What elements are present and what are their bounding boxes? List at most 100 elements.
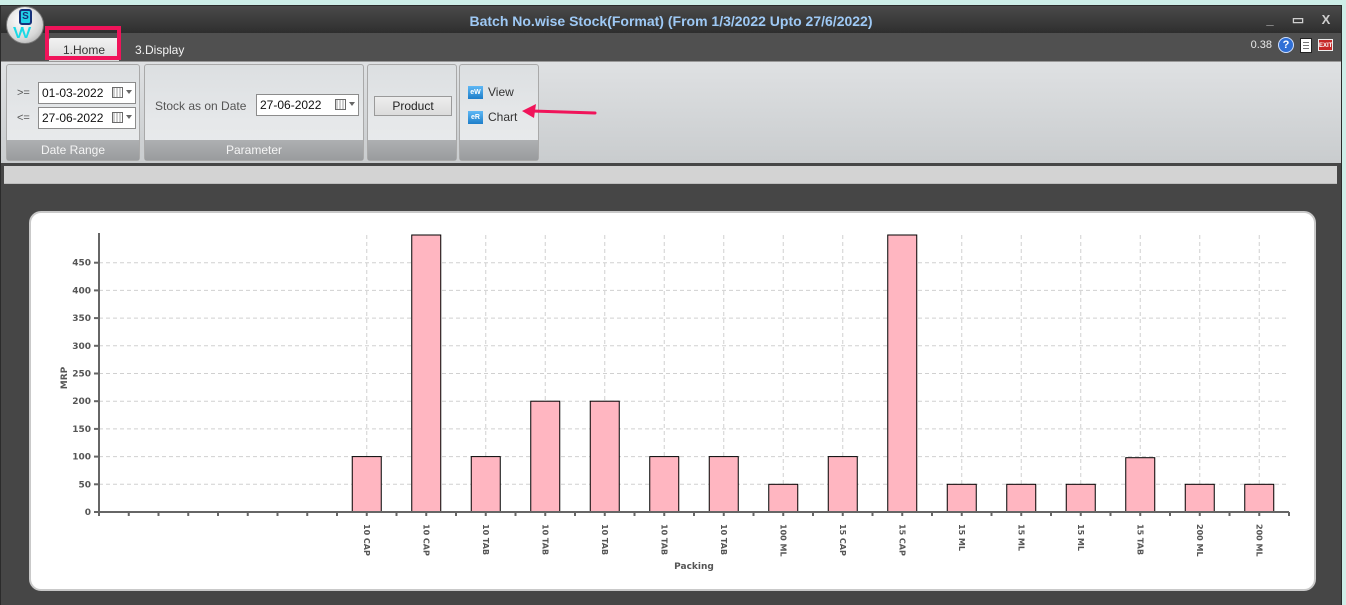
tab-bar-right: 0.38 ? EXIT xyxy=(1251,37,1333,53)
to-date-value: 27-06-2022 xyxy=(42,111,104,125)
y-tick-label: 300 xyxy=(72,342,91,352)
view-button[interactable]: eW View xyxy=(468,85,514,99)
y-tick-label: 350 xyxy=(72,314,91,324)
title-bar: Batch No.wise Stock(Format) (From 1/3/20… xyxy=(1,6,1341,33)
y-tick-label: 450 xyxy=(72,259,91,269)
header-strip xyxy=(4,166,1337,184)
parameter-label: Parameter xyxy=(145,140,363,160)
date-range-group: >= 01-03-2022 <= 27-06-2022 Date Range xyxy=(6,64,140,161)
x-tick-label: 15 TAB xyxy=(1135,524,1144,555)
window-controls: _ ▭ X xyxy=(1263,12,1333,28)
from-operator: >= xyxy=(17,87,30,99)
close-button[interactable]: X xyxy=(1319,12,1333,28)
y-tick-label: 50 xyxy=(78,480,91,490)
x-tick-label: 15 CAP xyxy=(897,524,906,556)
chart-label: Chart xyxy=(488,110,518,124)
app-window: Batch No.wise Stock(Format) (From 1/3/20… xyxy=(0,5,1342,605)
from-date-field[interactable]: 01-03-2022 xyxy=(38,82,136,104)
tab-home[interactable]: 1.Home xyxy=(49,38,119,61)
x-tick-labels: 10 CAP 10 CAP 10 TAB 10 TAB 10 TAB 10 TAB 10 T… xyxy=(362,524,1264,557)
logo-s-mark: S xyxy=(19,9,32,25)
stock-date-value: 27-06-2022 xyxy=(260,98,322,112)
x-tick-label: 15 ML xyxy=(1016,524,1025,551)
y-tick-labels: 0 50 100 150 200 250 300 350 400 450 xyxy=(72,259,91,518)
y-tick-label: 200 xyxy=(72,397,91,407)
help-icon[interactable]: ? xyxy=(1278,37,1294,53)
minimize-button[interactable]: _ xyxy=(1263,12,1277,28)
main-area: 0 50 100 150 200 250 300 350 400 450 10 CAP 10 CAP… xyxy=(1,163,1341,605)
date-range-label: Date Range xyxy=(7,140,139,160)
document-icon[interactable] xyxy=(1300,37,1312,53)
bar xyxy=(946,483,977,513)
y-axis-label: MRP xyxy=(60,366,70,389)
chevron-down-icon[interactable] xyxy=(126,115,132,119)
bar xyxy=(768,483,799,513)
bar xyxy=(649,456,680,513)
x-tick-label: 10 TAB xyxy=(600,524,609,555)
x-tick-label: 15 CAP xyxy=(838,524,847,556)
calendar-icon[interactable] xyxy=(112,112,123,123)
x-tick-label: 10 CAP xyxy=(421,524,430,556)
bar xyxy=(351,456,382,513)
bar xyxy=(887,234,918,513)
y-tick-label: 400 xyxy=(72,286,91,296)
x-tick-label: 10 TAB xyxy=(481,524,490,555)
y-tick-label: 100 xyxy=(72,453,91,463)
chevron-down-icon[interactable] xyxy=(126,90,132,94)
output-group-label xyxy=(460,140,538,160)
chart-icon: eR xyxy=(468,110,483,124)
grid-lines xyxy=(99,235,1289,512)
bar xyxy=(470,456,501,513)
bar xyxy=(1125,457,1156,513)
window-title: Batch No.wise Stock(Format) (From 1/3/20… xyxy=(469,13,873,29)
y-tick-label: 250 xyxy=(72,370,91,380)
bar xyxy=(530,400,561,513)
axes xyxy=(94,233,1290,516)
x-tick-label: 10 TAB xyxy=(540,524,549,555)
maximize-button[interactable]: ▭ xyxy=(1291,12,1305,28)
y-tick-label: 0 xyxy=(85,508,91,518)
calendar-icon[interactable] xyxy=(112,87,123,98)
x-tick-label: 10 TAB xyxy=(719,524,728,555)
logo-w-mark: VV xyxy=(13,25,31,42)
calendar-icon[interactable] xyxy=(335,99,346,110)
x-tick-label: 10 CAP xyxy=(362,524,371,556)
bar xyxy=(827,456,858,513)
product-button[interactable]: Product xyxy=(374,96,452,116)
exit-icon[interactable]: EXIT xyxy=(1318,39,1333,51)
bar xyxy=(1006,483,1037,513)
chevron-down-icon[interactable] xyxy=(349,102,355,106)
bar xyxy=(411,234,442,513)
product-group-label xyxy=(368,140,456,160)
tab-display[interactable]: 3.Display xyxy=(119,38,200,61)
stock-as-on-date-label: Stock as on Date xyxy=(155,99,247,113)
chart-panel: 0 50 100 150 200 250 300 350 400 450 10 CAP 10 CAP… xyxy=(29,211,1316,591)
product-group: Product xyxy=(367,64,457,161)
chart-button[interactable]: eR Chart xyxy=(468,110,517,124)
from-date-value: 01-03-2022 xyxy=(42,86,104,100)
to-date-field[interactable]: 27-06-2022 xyxy=(38,107,136,129)
version-label: 0.38 xyxy=(1250,39,1272,51)
view-icon: eW xyxy=(468,85,483,99)
to-operator: <= xyxy=(17,112,30,124)
bar xyxy=(1244,483,1275,513)
bar xyxy=(1065,483,1096,513)
app-logo[interactable]: S VV xyxy=(6,6,44,44)
x-tick-label: 200 ML xyxy=(1195,524,1204,557)
parameter-group: Stock as on Date 27-06-2022 Parameter xyxy=(144,64,364,161)
bar xyxy=(1184,483,1215,513)
view-label: View xyxy=(488,85,514,99)
tab-bar: 1.Home 3.Display xyxy=(1,33,1341,61)
bar xyxy=(708,456,739,513)
bar-chart: 050100150200250300350400450 10 CAP 10 CAP… xyxy=(60,233,1290,572)
x-tick-label: 10 TAB xyxy=(659,524,668,555)
annotation-arrow-icon xyxy=(522,104,597,118)
x-tick-label: 15 ML xyxy=(957,524,966,551)
x-tick-label: 200 ML xyxy=(1254,524,1263,557)
y-tick-label: 150 xyxy=(72,425,91,435)
x-axis-label: Packing xyxy=(674,562,714,572)
bar xyxy=(589,400,620,513)
stock-date-field[interactable]: 27-06-2022 xyxy=(256,94,359,116)
ribbon: >= 01-03-2022 <= 27-06-2022 Date Range S… xyxy=(1,61,1341,163)
x-tick-label: 15 ML xyxy=(1076,524,1085,551)
